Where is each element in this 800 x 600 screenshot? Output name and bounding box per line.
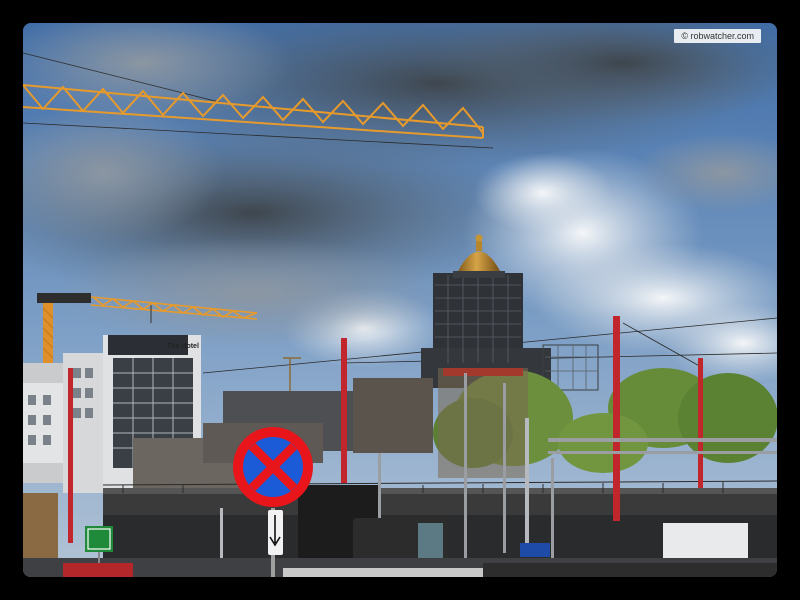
cityscape-photo <box>23 23 777 577</box>
red-notice <box>63 563 133 577</box>
building-sign-the-hotel: The Hotel <box>167 343 199 350</box>
watermark: © robwatcher.com <box>674 29 761 43</box>
photo-frame: The Hotel © robwatcher.com <box>23 23 777 577</box>
